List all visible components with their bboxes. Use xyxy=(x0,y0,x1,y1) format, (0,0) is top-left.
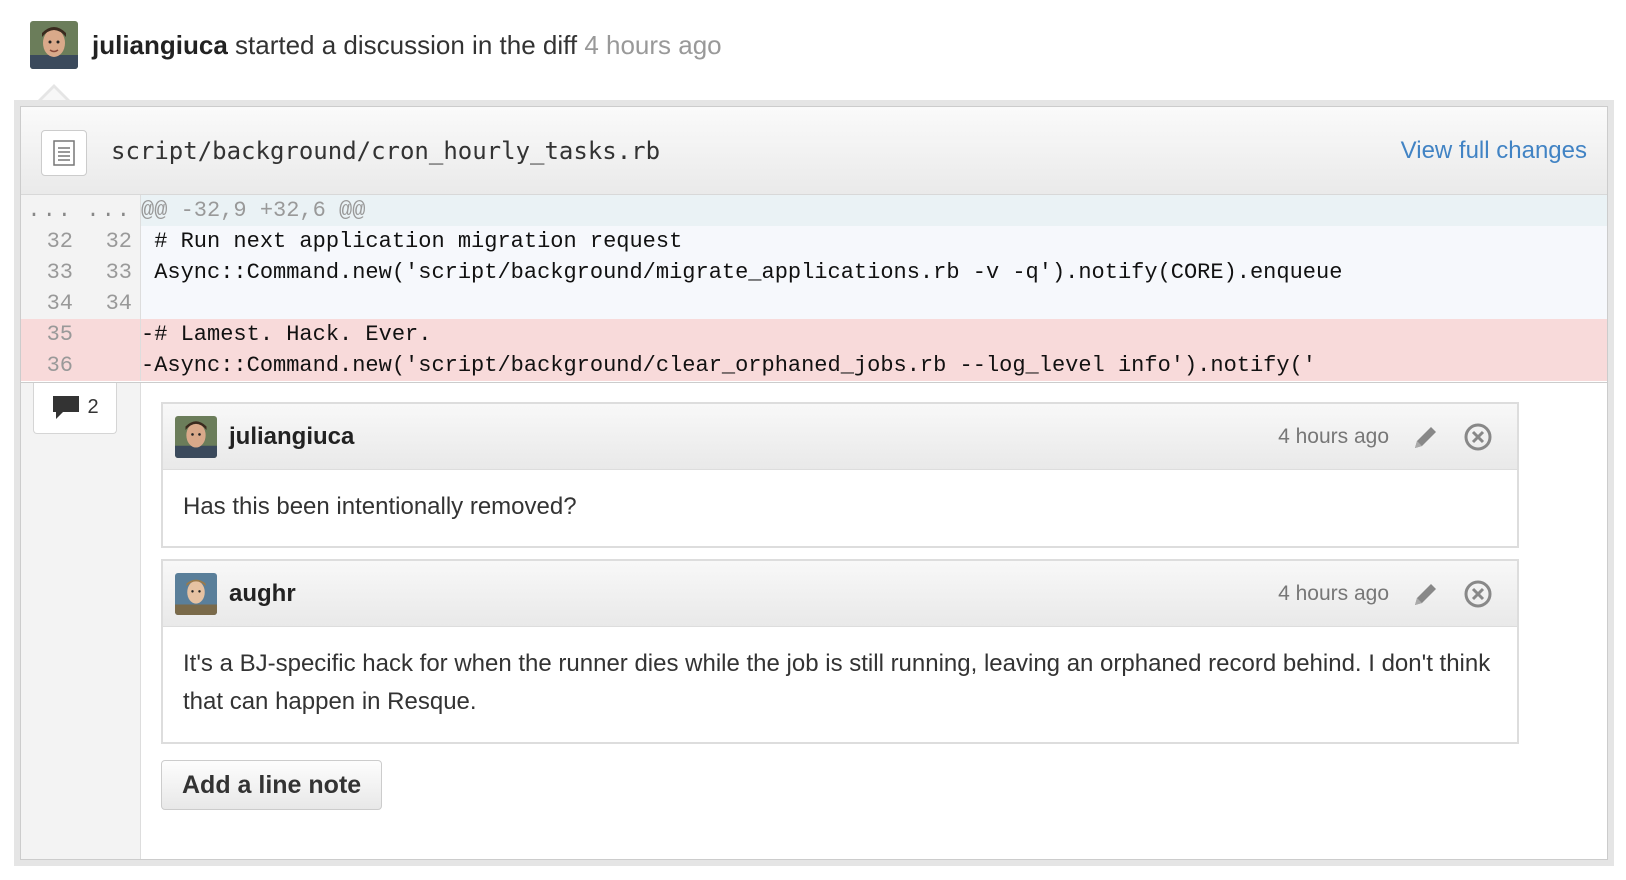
discussion-summary: juliangiuca started a discussion in the … xyxy=(92,30,722,61)
hunk-header: ... ... @@ -32,9 +32,6 @@ xyxy=(21,195,1607,226)
file-path: script/background/cron_hourly_tasks.rb xyxy=(111,137,661,165)
hunk-text: @@ -32,9 +32,6 @@ xyxy=(141,198,366,223)
comment-body: Has this been intentionally removed? xyxy=(183,493,577,520)
comment-header: juliangiuca 4 hours ago xyxy=(163,404,1517,470)
new-line-number[interactable] xyxy=(81,319,141,350)
speech-bubble-icon xyxy=(53,395,80,419)
comment-gutter: 2 xyxy=(21,382,141,859)
diff-line-deleted: 36 -Async::Command.new('script/backgroun… xyxy=(21,350,1607,381)
diff-table: ... ... @@ -32,9 +32,6 @@ 32 32 # Run ne… xyxy=(21,195,1607,381)
code-text: # Run next application migration request xyxy=(141,229,683,254)
old-line-number[interactable]: 34 xyxy=(21,288,81,319)
comment-time[interactable]: 4 hours ago xyxy=(1278,582,1389,606)
discussion-header: juliangiuca started a discussion in the … xyxy=(30,20,722,70)
comment-body: It's a BJ-specific hack for when the run… xyxy=(183,650,1491,715)
old-line-number[interactable]: 36 xyxy=(21,350,81,381)
comment-header: aughr 4 hours ago xyxy=(163,561,1517,627)
new-line-number[interactable]: 32 xyxy=(81,226,141,257)
close-circle-icon xyxy=(1464,423,1492,450)
code-text: Async::Command.new('script/background/mi… xyxy=(141,260,1343,285)
pencil-icon xyxy=(1415,426,1436,448)
file-header: script/background/cron_hourly_tasks.rb V… xyxy=(21,107,1607,195)
diff-line: 32 32 # Run next application migration r… xyxy=(21,226,1607,257)
file-icon xyxy=(41,130,87,176)
avatar[interactable] xyxy=(175,415,217,458)
diff-line: 34 34 xyxy=(21,288,1607,319)
new-line-number: ... xyxy=(81,195,141,226)
delete-comment-button[interactable] xyxy=(1461,420,1495,454)
old-line-number[interactable]: 32 xyxy=(21,226,81,257)
old-line-number: ... xyxy=(21,195,81,226)
diff-divider xyxy=(21,382,1607,383)
edit-comment-button[interactable] xyxy=(1409,577,1443,611)
line-comment: aughr 4 hours ago It's a BJ-specific hac… xyxy=(161,559,1519,744)
avatar[interactable] xyxy=(30,21,78,69)
code-text: -Async::Command.new('script/background/c… xyxy=(141,353,1316,378)
discussion-box: script/background/cron_hourly_tasks.rb V… xyxy=(14,100,1614,866)
line-comment: juliangiuca 4 hours ago Has this been in… xyxy=(161,402,1519,548)
author-link[interactable]: juliangiuca xyxy=(92,30,228,60)
code-text: -# Lamest. Hack. Ever. xyxy=(141,322,432,347)
new-line-number[interactable]: 33 xyxy=(81,257,141,288)
new-line-number[interactable] xyxy=(81,350,141,381)
avatar[interactable] xyxy=(175,572,217,615)
comment-count-badge[interactable]: 2 xyxy=(33,382,117,434)
old-line-number[interactable]: 33 xyxy=(21,257,81,288)
edit-comment-button[interactable] xyxy=(1409,420,1443,454)
comment-author[interactable]: aughr xyxy=(229,580,296,608)
new-line-number[interactable]: 34 xyxy=(81,288,141,319)
timestamp: 4 hours ago xyxy=(584,29,722,60)
diff-line-deleted: 35 -# Lamest. Hack. Ever. xyxy=(21,319,1607,350)
comment-author[interactable]: juliangiuca xyxy=(229,423,354,451)
comment-time[interactable]: 4 hours ago xyxy=(1278,425,1389,449)
view-full-changes-link[interactable]: View full changes xyxy=(1401,137,1587,165)
comment-count: 2 xyxy=(87,396,99,418)
old-line-number[interactable]: 35 xyxy=(21,319,81,350)
add-line-note-button[interactable]: Add a line note xyxy=(161,760,383,810)
action-text: started a discussion in the diff xyxy=(227,29,585,60)
delete-comment-button[interactable] xyxy=(1461,577,1495,611)
close-circle-icon xyxy=(1464,580,1492,607)
diff-line: 33 33 Async::Command.new('script/backgro… xyxy=(21,257,1607,288)
pencil-icon xyxy=(1415,583,1436,605)
